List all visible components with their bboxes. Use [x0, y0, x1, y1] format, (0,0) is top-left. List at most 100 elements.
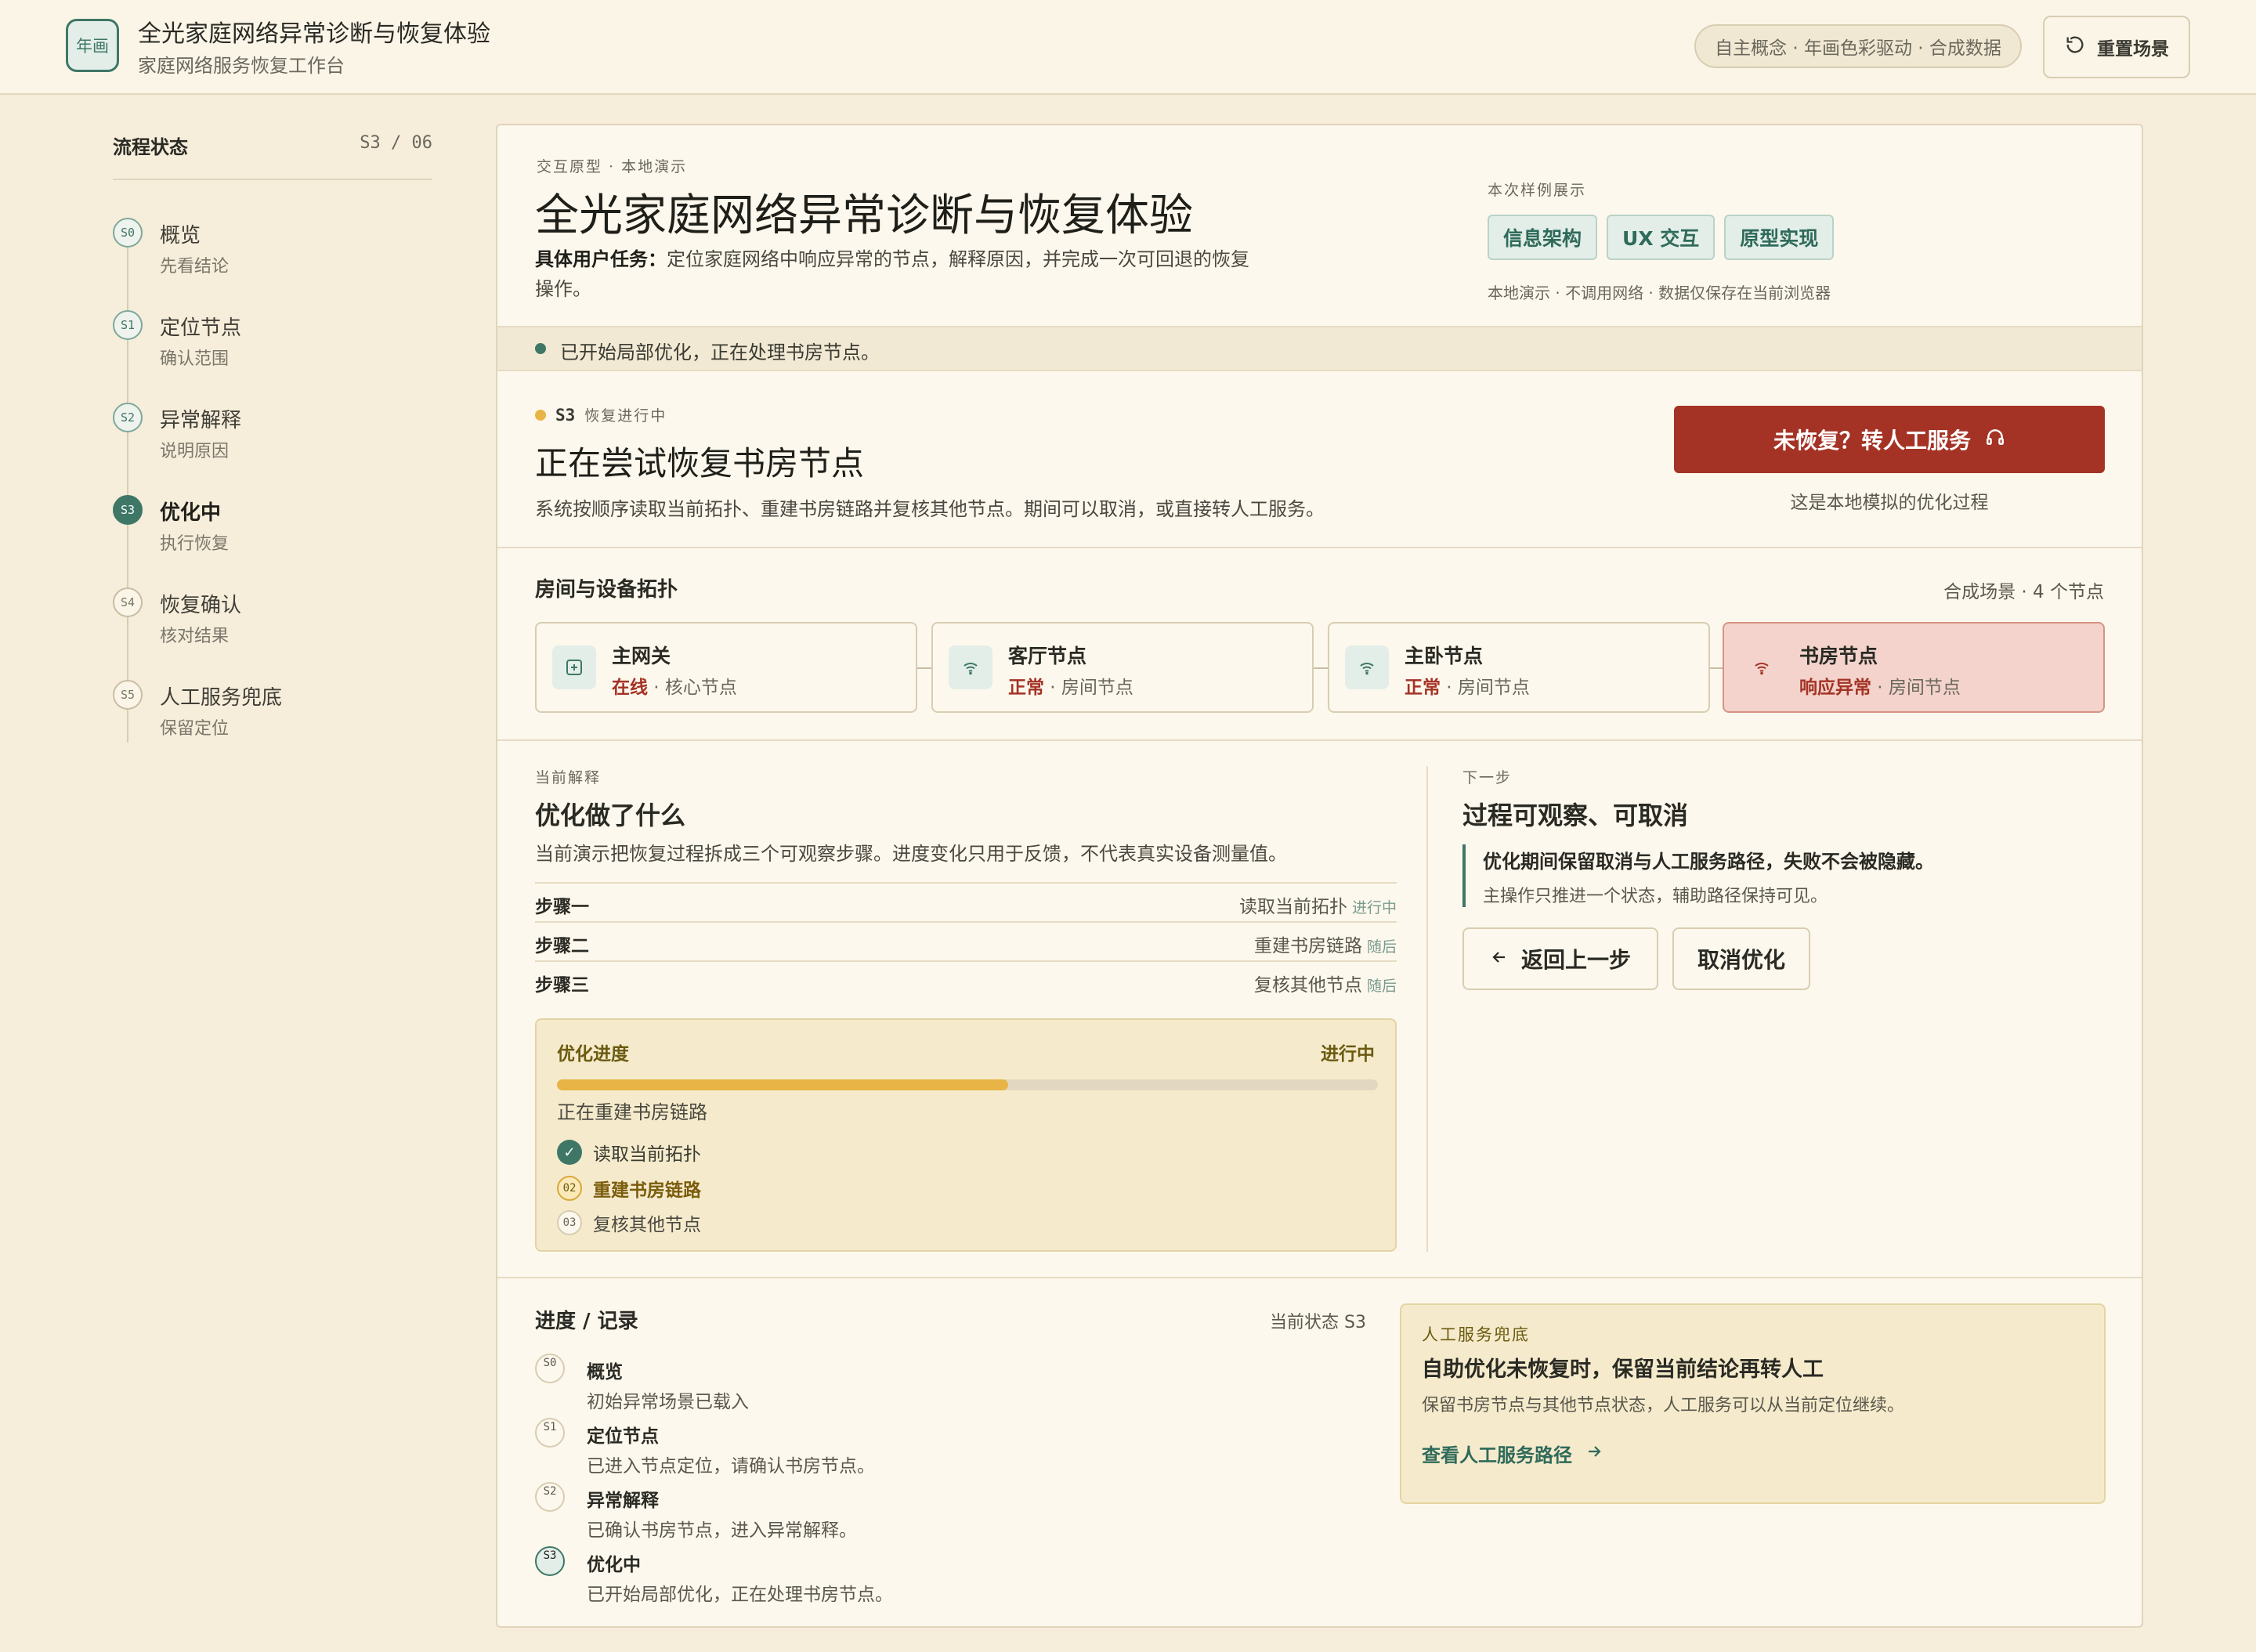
- log-badge: S3: [535, 1546, 565, 1576]
- log-current-state: 当前状态 S3: [1270, 1313, 1366, 1332]
- arrow-left-icon: [1490, 946, 1509, 972]
- progress-caption: 正在重建书房链路: [557, 1101, 707, 1123]
- step-row-tag: 进行中: [1351, 899, 1397, 916]
- page-title: 全光家庭网络异常诊断与恢复体验: [535, 190, 1193, 241]
- samples-label: 本次样例展示: [1488, 182, 1587, 199]
- step-row-value: 读取当前拓扑 进行中: [1239, 891, 1397, 918]
- flow-status-counter: S3 / 06: [360, 133, 432, 153]
- topology-meta: 合成场景 · 4 个节点: [1943, 582, 2104, 602]
- node-status: 在线 · 核心节点: [612, 672, 737, 699]
- log-title: 进度 / 记录: [535, 1310, 638, 1333]
- step-label: 概览: [160, 224, 201, 248]
- step-sub: 说明原因: [160, 442, 230, 461]
- node-status: 正常 · 房间节点: [1008, 672, 1133, 699]
- step-sub: 先看结论: [160, 257, 230, 277]
- step-badge: S3: [113, 495, 143, 525]
- step-row: 步骤一 读取当前拓扑 进行中: [535, 882, 1397, 921]
- support-path-link[interactable]: 查看人工服务路径: [1422, 1440, 1603, 1467]
- support-description: 保留书房节点与其他节点状态，人工服务可以从当前定位继续。: [1422, 1396, 1905, 1415]
- progress-item-text: 读取当前拓扑: [593, 1144, 701, 1165]
- chip-prototype: 原型实现: [1724, 215, 1835, 260]
- intro-eyebrow: 交互原型 · 本地演示: [537, 158, 688, 175]
- progress-item: 03 复核其他节点: [557, 1209, 701, 1236]
- log-entry-title: 异常解释: [587, 1491, 659, 1511]
- status-eyebrow: S3 恢复进行中: [535, 404, 667, 425]
- sidebar-step-s1[interactable]: S1 定位节点 确认范围: [113, 310, 426, 381]
- status-dot: [535, 409, 546, 421]
- node-role: · 房间节点: [1044, 678, 1133, 698]
- cancel-optimization-button[interactable]: 取消优化: [1672, 927, 1810, 990]
- step-badge: S5: [113, 680, 143, 710]
- task-description: 具体用户任务：定位家庭网络中响应异常的节点，解释原因，并完成一次可回退的恢复操作…: [535, 244, 1256, 304]
- wifi-icon: [1345, 645, 1389, 689]
- node-name: 主卧节点: [1405, 645, 1484, 667]
- transfer-to-agent-button[interactable]: 未恢复？转人工服务: [1674, 406, 2105, 473]
- app-subtitle: 家庭网络服务恢复工作台: [138, 55, 345, 77]
- topology-title: 房间与设备拓扑: [535, 578, 678, 602]
- sidebar-step-s5[interactable]: S5 人工服务兜底 保留定位: [113, 680, 426, 750]
- log-entry: S1 定位节点 已进入节点定位，请确认书房节点。: [535, 1418, 1318, 1480]
- explain-description: 当前演示把恢复过程拆成三个可观察步骤。进度变化只用于反馈，不代表真实设备测量值。: [535, 843, 1287, 865]
- node-role: · 核心节点: [648, 678, 737, 698]
- node-role: · 房间节点: [1871, 678, 1961, 698]
- node-main-gateway[interactable]: 主网关 在线 · 核心节点: [535, 622, 917, 713]
- gateway-icon: [552, 645, 596, 689]
- step-label: 人工服务兜底: [160, 686, 283, 710]
- log-badge: S1: [535, 1418, 565, 1448]
- support-title: 自助优化未恢复时，保留当前结论再转人工: [1422, 1357, 1824, 1382]
- arrow-right-icon: [1585, 1442, 1603, 1466]
- check-icon: ✓: [557, 1140, 582, 1165]
- progress-item-text: 重建书房链路: [593, 1180, 701, 1201]
- task-label: 具体用户任务：: [535, 248, 667, 270]
- top-bar: 年画 全光家庭网络异常诊断与恢复体验 家庭网络服务恢复工作台 自主概念 · 年画…: [0, 0, 2256, 95]
- back-button[interactable]: 返回上一步: [1462, 927, 1658, 990]
- reset-scene-button[interactable]: 重置场景: [2043, 16, 2190, 78]
- node-state: 响应异常: [1799, 678, 1871, 698]
- concept-badge: 自主概念 · 年画色彩驱动 · 合成数据: [1694, 24, 2022, 68]
- log-entry-sub: 已开始局部优化，正在处理书房节点。: [587, 1585, 893, 1605]
- status-tag: 恢复进行中: [584, 407, 667, 425]
- app-title: 全光家庭网络异常诊断与恢复体验: [138, 20, 490, 48]
- progress-label: 优化进度: [557, 1044, 629, 1065]
- progress-item: 02 重建书房链路: [557, 1175, 701, 1202]
- progress-card: 优化进度 进行中 正在重建书房链路 ✓ 读取当前拓扑 02 重建书房链路 03 …: [535, 1018, 1397, 1252]
- sidebar-step-s2[interactable]: S2 异常解释 说明原因: [113, 403, 426, 473]
- step-badge: S0: [113, 218, 143, 248]
- sidebar-step-s3[interactable]: S3 优化中 执行恢复: [113, 495, 426, 566]
- node-state: 正常: [1008, 678, 1044, 698]
- step-row-key: 步骤一: [535, 897, 589, 917]
- headset-icon: [1985, 427, 2005, 453]
- sidebar-step-s0[interactable]: S0 概览 先看结论: [113, 218, 426, 288]
- progress-item: ✓ 读取当前拓扑: [557, 1139, 701, 1166]
- node-name: 主网关: [612, 645, 671, 667]
- log-badge: S2: [535, 1482, 565, 1512]
- next-quote-sub: 主操作只推进一个状态，辅助路径保持可见。: [1483, 887, 1828, 906]
- step-row-key: 步骤三: [535, 975, 589, 996]
- main-panel: 交互原型 · 本地演示 全光家庭网络异常诊断与恢复体验 具体用户任务：定位家庭网…: [496, 124, 2143, 1628]
- step-row: 步骤二 重建书房链路 随后: [535, 921, 1397, 960]
- notice-bar: 已开始局部优化，正在处理书房节点。: [497, 326, 2142, 371]
- next-quote-title: 优化期间保留取消与人工服务路径，失败不会被隐藏。: [1483, 851, 1934, 873]
- log-entry-title: 概览: [587, 1362, 623, 1383]
- node-study-room[interactable]: 书房节点 响应异常 · 房间节点: [1723, 622, 2105, 713]
- log-entry-sub: 初始异常场景已载入: [587, 1392, 749, 1412]
- step-row-value: 复核其他节点 随后: [1254, 970, 1397, 996]
- support-link-label: 查看人工服务路径: [1422, 1444, 1572, 1466]
- next-title: 过程可观察、可取消: [1462, 801, 1689, 830]
- step-row-tag: 随后: [1366, 978, 1397, 995]
- sidebar-step-s4[interactable]: S4 恢复确认 核对结果: [113, 587, 426, 658]
- node-living-room[interactable]: 客厅节点 正常 · 房间节点: [931, 622, 1314, 713]
- step-sub: 执行恢复: [160, 534, 230, 554]
- log-entry-sub: 已确认书房节点，进入异常解释。: [587, 1520, 857, 1541]
- flow-status-header: 流程状态 S3 / 06: [113, 132, 432, 180]
- next-eyebrow: 下一步: [1462, 769, 1513, 786]
- step-badge: S4: [113, 587, 143, 617]
- transfer-note: 这是本地模拟的优化过程: [1790, 493, 1989, 513]
- log-entry: S3 优化中 已开始局部优化，正在处理书房节点。: [535, 1546, 1318, 1609]
- wifi-icon: [949, 645, 992, 689]
- progress-item-text: 复核其他节点: [593, 1215, 701, 1235]
- status-description: 系统按顺序读取当前拓扑、重建书房链路并复核其他节点。期间可以取消，或直接转人工服…: [535, 498, 1325, 520]
- node-master-bedroom[interactable]: 主卧节点 正常 · 房间节点: [1328, 622, 1710, 713]
- reset-icon: [2064, 34, 2086, 60]
- log-entry-sub: 已进入节点定位，请确认书房节点。: [587, 1456, 875, 1477]
